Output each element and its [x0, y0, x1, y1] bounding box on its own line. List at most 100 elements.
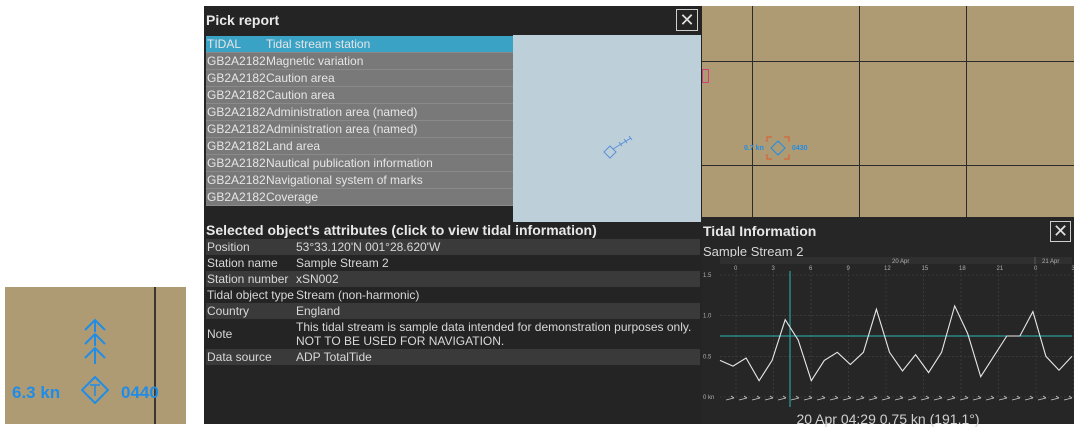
item-code: GB2A2182 — [206, 87, 266, 103]
direction-arrow — [1038, 396, 1046, 400]
direction-arrow — [934, 396, 942, 400]
chart-grid-line — [859, 6, 860, 217]
list-item[interactable]: TIDALTidal stream station — [206, 36, 513, 53]
note-line: This tidal stream is sample data intende… — [296, 320, 691, 334]
panel-title: Pick report — [206, 12, 279, 28]
panel-title: Tidal Information — [703, 223, 816, 239]
list-item[interactable]: GB2A2182Land area — [206, 138, 513, 155]
item-name: Administration area (named) — [266, 121, 513, 137]
direction-arrow — [1051, 396, 1059, 400]
item-code: GB2A2182 — [206, 104, 266, 120]
x-tick-label: 18 — [959, 266, 966, 272]
item-name: Caution area — [266, 70, 513, 86]
chart-grid-line — [752, 6, 753, 217]
tidal-speed-label: 6.3 kn — [12, 383, 60, 403]
list-item[interactable]: GB2A2182Coverage — [206, 189, 513, 206]
list-item[interactable]: GB2A2182Nautical publication information — [206, 155, 513, 172]
pick-report-panel: Pick report ✕ TIDALTidal stream station … — [204, 6, 702, 424]
attribute-value: This tidal stream is sample data intende… — [296, 320, 700, 348]
chart-grid-line — [702, 61, 1074, 62]
list-item[interactable]: GB2A2182Administration area (named) — [206, 121, 513, 138]
attribute-value: Stream (non-harmonic) — [296, 288, 700, 302]
direction-arrow — [973, 396, 981, 400]
chart-inset: 6.3 kn 0440 — [5, 287, 186, 424]
y-tick-label: 1.0 — [703, 314, 712, 320]
attribute-key: Position — [206, 240, 296, 254]
table-row: Station numberxSN002 — [206, 271, 700, 287]
x-tick-label: 21 — [997, 266, 1004, 272]
direction-arrow — [778, 396, 786, 400]
item-code: GB2A2182 — [206, 138, 266, 154]
item-name: Caution area — [266, 87, 513, 103]
x-tick-label: 9 — [847, 266, 851, 272]
attribute-key: Data source — [206, 350, 296, 364]
attribute-key: Tidal object type — [206, 288, 296, 302]
attribute-key: Station number — [206, 272, 296, 286]
direction-arrow — [843, 396, 851, 400]
direction-arrow — [856, 396, 864, 400]
direction-arrow — [791, 396, 799, 400]
direction-arrow — [739, 396, 747, 400]
date-label: 20 Apr — [892, 259, 909, 265]
list-item[interactable]: GB2A2182Navigational system of marks — [206, 172, 513, 189]
attribute-key: Country — [206, 304, 296, 318]
list-item[interactable]: GB2A2182Caution area — [206, 70, 513, 87]
tidal-time-label: 0440 — [121, 383, 159, 403]
tidal-readout: 20 Apr 04:29 0.75 kn (191.1°) — [702, 411, 1074, 427]
x-tick-label: 3 — [772, 266, 776, 272]
chart-map[interactable]: 0.7 kn 0430 — [702, 6, 1074, 217]
chart-grid-line — [966, 6, 967, 217]
direction-arrow — [726, 396, 734, 400]
item-name: Coverage — [266, 189, 513, 205]
table-row: Station nameSample Stream 2 — [206, 255, 700, 271]
direction-arrow — [986, 396, 994, 400]
direction-arrow — [895, 396, 903, 400]
table-row: Data sourceADP TotalTide — [206, 349, 700, 365]
attribute-value: England — [296, 304, 700, 318]
tidal-speed-label: 0.7 kn — [744, 145, 764, 152]
direction-arrow — [921, 396, 929, 400]
item-name: Administration area (named) — [266, 104, 513, 120]
list-item[interactable]: GB2A2182Caution area — [206, 87, 513, 104]
y-tick-label: 1.5 — [703, 273, 712, 279]
item-code: TIDAL — [206, 36, 266, 52]
item-code: GB2A2182 — [206, 121, 266, 137]
item-code: GB2A2182 — [206, 70, 266, 86]
close-button[interactable]: ✕ — [676, 9, 698, 31]
series-line — [720, 306, 1072, 381]
date-label: 21 Apr — [1042, 259, 1059, 265]
item-name: Land area — [266, 138, 513, 154]
direction-arrow — [752, 396, 760, 400]
direction-arrow — [1025, 396, 1033, 400]
close-button[interactable]: ✕ — [1050, 221, 1071, 242]
item-code: GB2A2182 — [206, 155, 266, 171]
item-name: Navigational system of marks — [266, 172, 513, 188]
item-name: Nautical publication information — [266, 155, 513, 171]
x-tick-label: 0 — [1034, 266, 1038, 272]
x-tick-label: 15 — [922, 266, 929, 272]
attribute-value: xSN002 — [296, 272, 700, 286]
attributes-title[interactable]: Selected object's attributes (click to v… — [206, 222, 597, 238]
direction-arrow — [869, 396, 877, 400]
list-item[interactable]: GB2A2182Magnetic variation — [206, 53, 513, 70]
tidal-information-panel: Tidal Information ✕ Sample Stream 2 20 A… — [702, 217, 1074, 424]
attributes-table: Position53°33.120'N 001°28.620'W Station… — [206, 239, 700, 365]
direction-arrow — [999, 396, 1007, 400]
tidal-chart[interactable]: 20 Apr21 Apr036912151821031.51.00.50 kn — [702, 257, 1074, 411]
y-tick-label: 0.5 — [703, 354, 712, 360]
note-warning: NOT TO BE USED FOR NAVIGATION. — [296, 334, 504, 348]
x-tick-label: 6 — [809, 266, 813, 272]
list-item[interactable]: GB2A2182Administration area (named) — [206, 104, 513, 121]
direction-arrow — [1064, 396, 1072, 400]
direction-arrow — [817, 396, 825, 400]
attribute-value: 53°33.120'N 001°28.620'W — [296, 240, 700, 254]
direction-arrow — [1012, 396, 1020, 400]
tidal-time-label: 0430 — [792, 145, 808, 152]
attribute-value: ADP TotalTide — [296, 350, 700, 364]
attribute-key: Note — [206, 327, 296, 341]
tidal-station-icon — [601, 130, 641, 160]
tidal-arrows-icon — [83, 318, 107, 366]
magenta-marker — [702, 69, 709, 83]
table-row: Position53°33.120'N 001°28.620'W — [206, 239, 700, 255]
attribute-value: Sample Stream 2 — [296, 256, 700, 270]
